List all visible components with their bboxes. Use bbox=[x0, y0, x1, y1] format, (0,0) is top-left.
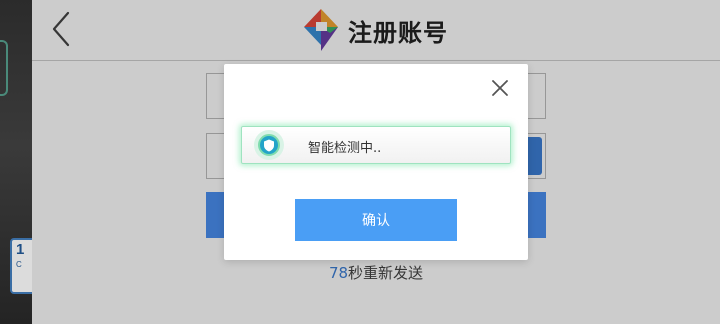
background-edge-shape bbox=[0, 40, 8, 96]
shield-icon bbox=[264, 139, 274, 151]
detection-status-box: 智能检测中.. bbox=[241, 126, 511, 164]
badge-glyph-small: C bbox=[16, 260, 22, 269]
close-icon bbox=[492, 80, 508, 96]
background-camera-strip: 1 C bbox=[0, 0, 32, 324]
badge-glyph: 1 bbox=[16, 241, 25, 258]
detection-dialog: 智能检测中.. 确认 bbox=[224, 64, 528, 260]
shield-badge bbox=[254, 130, 284, 160]
detection-status-text: 智能检测中.. bbox=[308, 141, 382, 156]
confirm-button[interactable]: 确认 bbox=[295, 199, 457, 241]
close-button[interactable] bbox=[488, 76, 512, 100]
background-badge: 1 C bbox=[10, 238, 32, 294]
